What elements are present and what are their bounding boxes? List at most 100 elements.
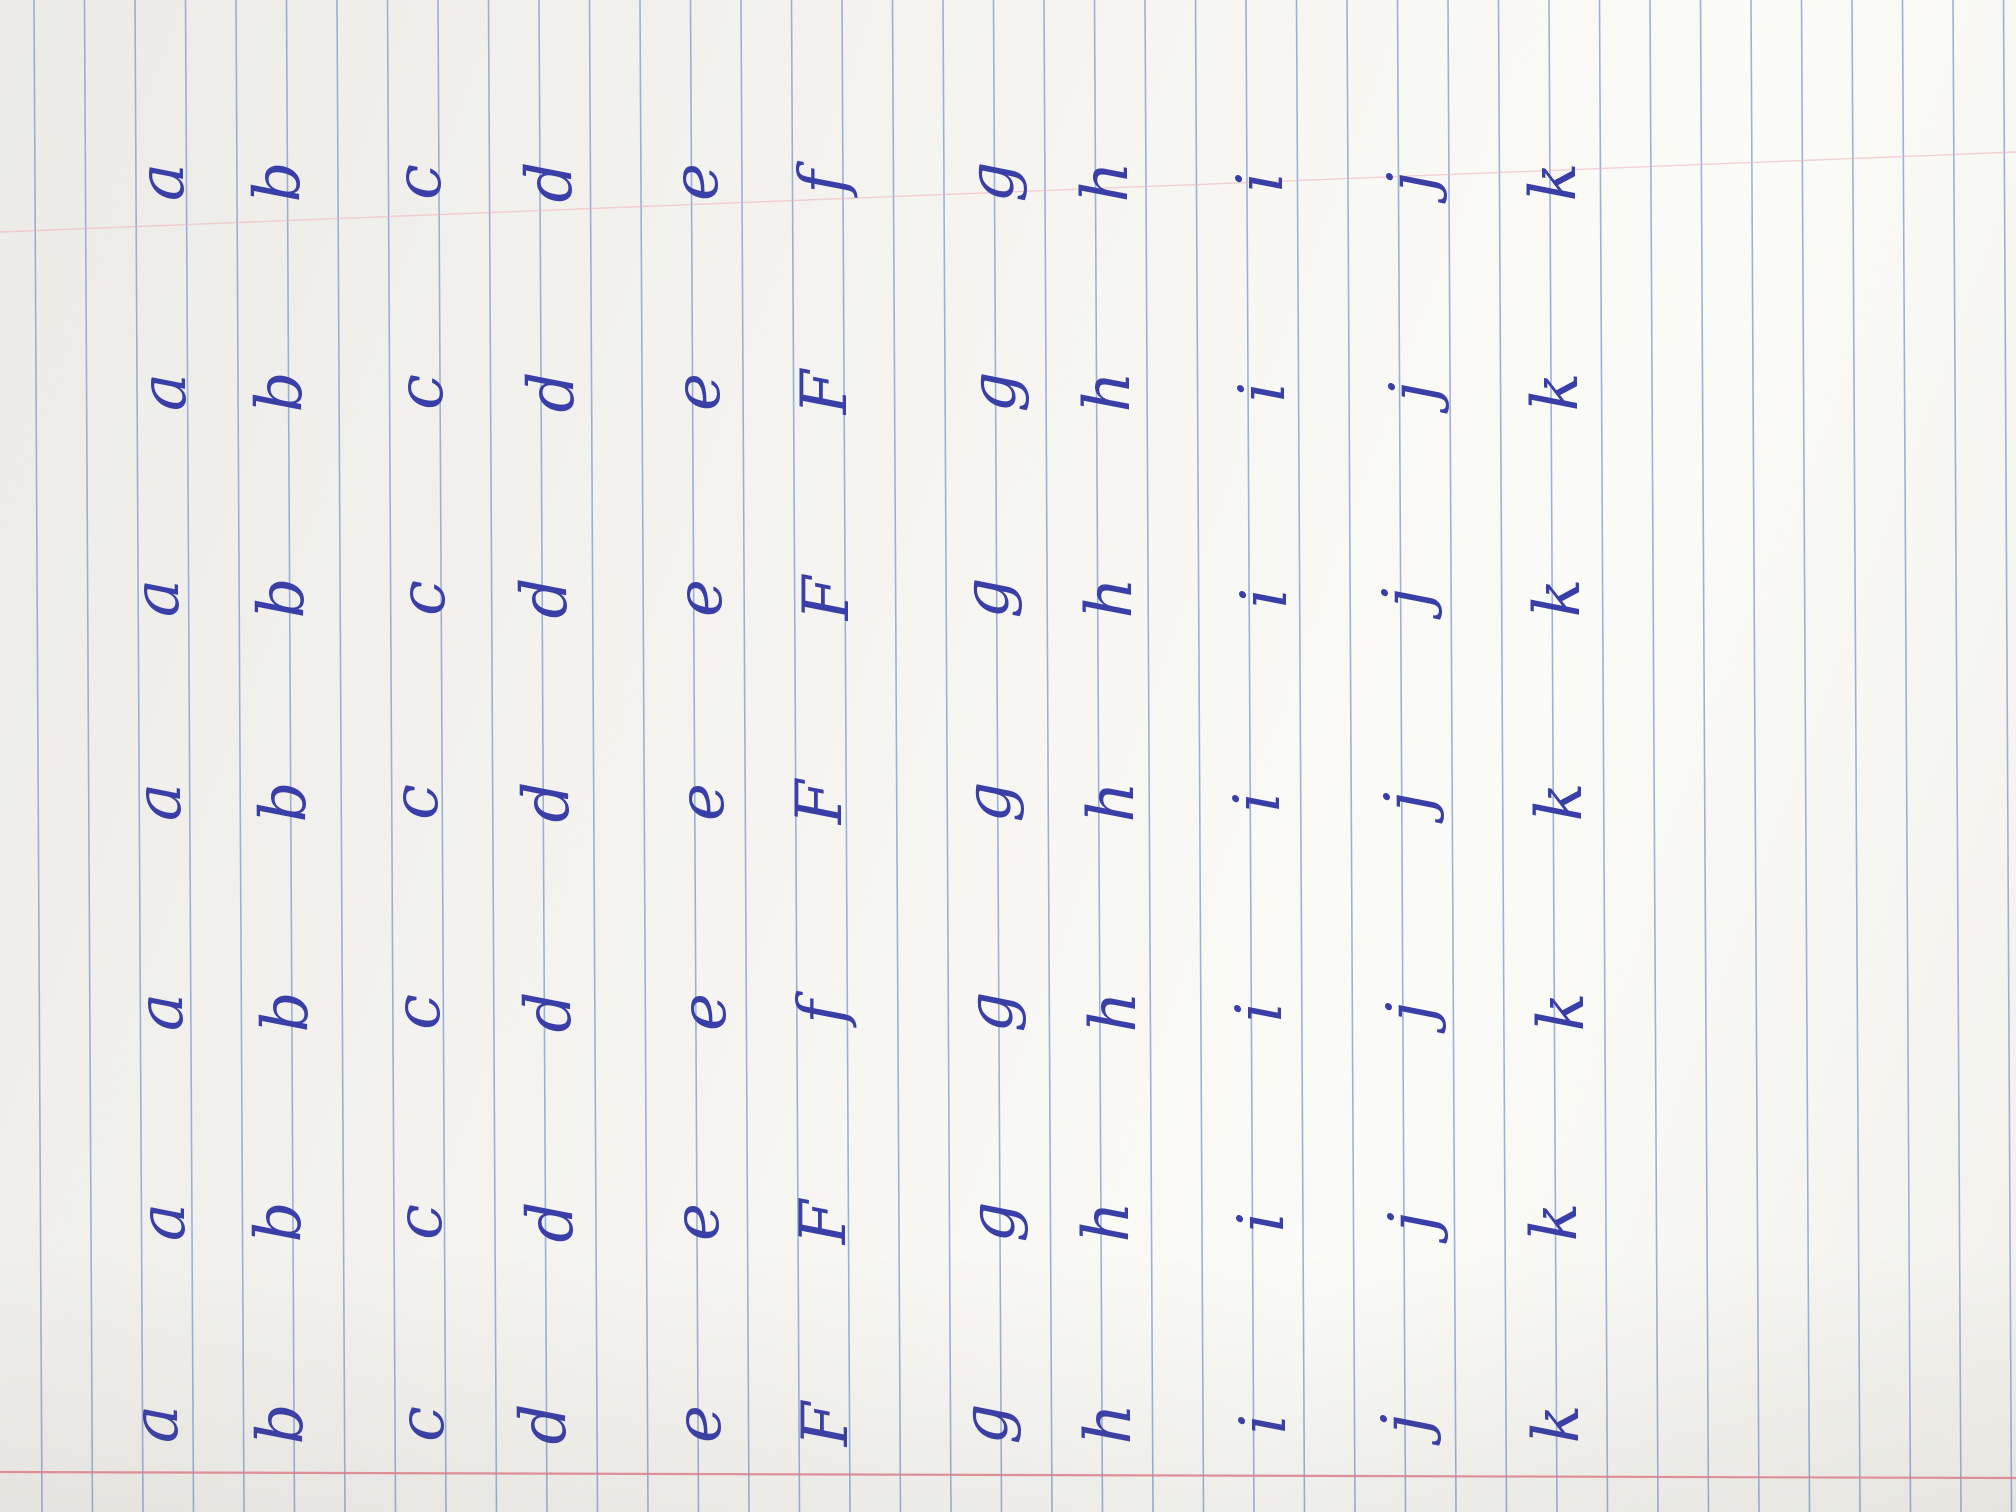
- ruled-line: [740, 0, 750, 1512]
- ruled-line: [1548, 0, 1558, 1512]
- ruled-line: [1851, 0, 1861, 1512]
- ruled-line: [83, 0, 94, 1512]
- handwritten-letter-f: F: [789, 1399, 863, 1447]
- handwritten-letter-d: d: [512, 992, 586, 1033]
- handwritten-letter-e: e: [663, 579, 737, 617]
- handwritten-letter-b: b: [244, 1404, 318, 1445]
- ruled-line: [487, 0, 498, 1512]
- handwritten-letter-g: g: [956, 1202, 1030, 1243]
- ruled-line: [841, 0, 851, 1512]
- handwritten-letter-k: k: [1517, 163, 1591, 202]
- handwritten-letter-j: j: [1370, 588, 1444, 620]
- ruled-line: [1497, 0, 1508, 1512]
- handwritten-letter-b: b: [247, 782, 321, 823]
- handwritten-letter-c: c: [384, 374, 458, 410]
- handwritten-letter-h: h: [1071, 371, 1145, 412]
- handwritten-letter-b: b: [245, 578, 319, 619]
- handwritten-letter-c: c: [382, 164, 456, 200]
- ruled-line: [689, 0, 700, 1512]
- handwritten-letter-a: a: [125, 163, 199, 201]
- ruled-lines: [33, 0, 2013, 1512]
- handwritten-letter-f: F: [787, 1197, 861, 1245]
- handwritten-letter-e: e: [660, 1203, 734, 1241]
- ruled-line: [1346, 0, 1356, 1512]
- handwritten-letter-b: b: [242, 1202, 316, 1243]
- handwritten-letter-a: a: [126, 1203, 200, 1241]
- ruled-line: [437, 0, 447, 1512]
- handwritten-letter-a: a: [120, 579, 194, 617]
- ruled-line: [2002, 0, 2013, 1512]
- ruled-line: [1750, 0, 1760, 1512]
- handwritten-letter-h: h: [1077, 991, 1151, 1032]
- handwritten-letter-d: d: [513, 162, 587, 203]
- ruled-line: [285, 0, 296, 1512]
- handwritten-letter-i: i: [1227, 1414, 1301, 1434]
- handwritten-letter-a: a: [122, 783, 196, 821]
- handwritten-letter-g: g: [950, 578, 1024, 619]
- handwritten-letter-f: f: [786, 160, 860, 198]
- ruled-line: [790, 0, 801, 1512]
- ruled-line: [1598, 0, 1609, 1512]
- handwritten-letter-j: j: [1377, 382, 1451, 414]
- handwritten-letter-e: e: [661, 373, 735, 411]
- handwritten-letter-j: j: [1369, 1414, 1443, 1446]
- ruled-line: [1093, 0, 1104, 1512]
- handwritten-letter-b: b: [249, 992, 323, 1033]
- handwritten-letter-h: h: [1073, 577, 1147, 618]
- handwritten-letter-g: g: [952, 782, 1026, 823]
- handwritten-letter-f: F: [788, 367, 862, 415]
- handwritten-letter-h: h: [1070, 1201, 1144, 1242]
- handwritten-letter-e: e: [667, 993, 741, 1031]
- handwritten-letter-f: F: [783, 777, 857, 825]
- ruled-line: [538, 0, 548, 1512]
- ruled-line: [33, 0, 43, 1512]
- ruled-line: [336, 0, 346, 1512]
- ruled-line: [942, 0, 952, 1512]
- handwritten-letter-a: a: [124, 993, 198, 1031]
- handwritten-letter-b: b: [243, 372, 317, 413]
- ruled-line: [386, 0, 397, 1512]
- handwritten-letter-h: h: [1069, 161, 1143, 202]
- handwritten-letter-c: c: [379, 784, 453, 820]
- handwritten-letter-k: k: [1523, 783, 1597, 822]
- handwritten-letter-g: g: [949, 1404, 1023, 1445]
- ruled-line: [1245, 0, 1255, 1512]
- handwritten-letter-a: a: [119, 1405, 193, 1443]
- handwritten-letter-j: j: [1374, 1002, 1448, 1034]
- handwritten-letter-k: k: [1525, 993, 1599, 1032]
- handwritten-letter-k: k: [1521, 579, 1595, 618]
- handwritten-letter-i: i: [1225, 1212, 1299, 1232]
- handwritten-letter-i: i: [1221, 792, 1295, 812]
- ruled-line: [1901, 0, 1912, 1512]
- handwritten-letter-h: h: [1072, 1403, 1146, 1444]
- handwritten-letter-c: c: [386, 580, 460, 616]
- handwritten-letter-e: e: [659, 163, 733, 201]
- ruled-line: [184, 0, 195, 1512]
- handwritten-letter-j: j: [1375, 172, 1449, 204]
- handwritten-letter-d: d: [508, 578, 582, 619]
- ruled-line: [1447, 0, 1457, 1512]
- handwritten-letter-d: d: [514, 1202, 588, 1243]
- ruled-line: [639, 0, 649, 1512]
- ruled-line: [235, 0, 245, 1512]
- handwritten-letter-c: c: [381, 994, 455, 1030]
- ruled-line: [1649, 0, 1659, 1512]
- ruled-line: [1043, 0, 1053, 1512]
- handwritten-letter-j: j: [1372, 792, 1446, 824]
- handwritten-letter-j: j: [1376, 1212, 1450, 1244]
- handwritten-letter-c: c: [383, 1204, 457, 1240]
- handwritten-letter-c: c: [385, 1406, 459, 1442]
- handwritten-letter-g: g: [955, 162, 1029, 203]
- handwritten-letter-g: g: [957, 372, 1031, 413]
- handwritten-letter-k: k: [1519, 373, 1593, 412]
- handwritten-letter-f: F: [790, 573, 864, 621]
- handwritten-letter-k: k: [1518, 1203, 1592, 1242]
- ruled-line: [588, 0, 599, 1512]
- ruled-line: [1194, 0, 1205, 1512]
- handwritten-letter-d: d: [515, 372, 589, 413]
- handwritten-letter-e: e: [665, 783, 739, 821]
- handwritten-letter-d: d: [510, 782, 584, 823]
- handwritten-letter-i: i: [1224, 172, 1298, 192]
- handwritten-letter-d: d: [507, 1404, 581, 1445]
- ruled-line: [1396, 0, 1407, 1512]
